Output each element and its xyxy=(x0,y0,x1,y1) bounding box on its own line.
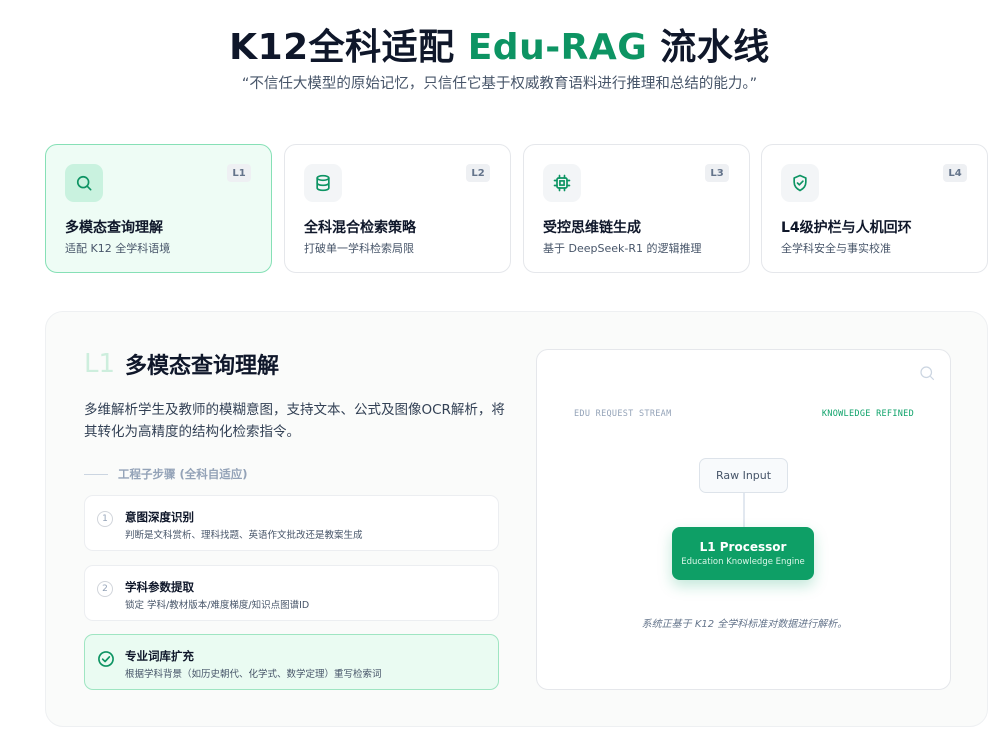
stage-title: L4级护栏与人机回环 xyxy=(781,220,912,236)
visualization-status: 系统正基于 K12 全学科标准对数据进行解析。 xyxy=(641,619,848,630)
detail-level: L1 xyxy=(84,349,116,379)
substep-number: 2 xyxy=(97,581,113,597)
processor-node: L1 Processor Education Knowledge Engine xyxy=(672,527,814,580)
pipeline-visualization: EDU REQUEST STREAM KNOWLEDGE REFINED Raw… xyxy=(536,349,951,690)
detail-title-text: 多模态查询理解 xyxy=(125,354,280,379)
stage-subtitle: 全学科安全与事实校准 xyxy=(781,242,891,255)
stage-subtitle: 适配 K12 全学科语境 xyxy=(65,242,171,255)
processor-subtitle: Education Knowledge Engine xyxy=(681,557,805,567)
detail-description: 多维解析学生及教师的模糊意图，支持文本、公式及图像OCR解析，将其转化为高精度的… xyxy=(84,402,505,440)
stream-label-left: EDU REQUEST STREAM xyxy=(574,409,672,419)
substep-title: 学科参数提取 xyxy=(125,580,194,594)
stage-cards: L1 多模态查询理解 适配 K12 全学科语境 L2 全科混合检索策略 打破单一… xyxy=(45,144,988,274)
stage-title: 全科混合检索策略 xyxy=(304,220,416,236)
stream-label-right: KNOWLEDGE REFINED xyxy=(821,409,914,419)
database-icon xyxy=(304,164,342,202)
stage-badge: L2 xyxy=(466,164,490,182)
shield-check-icon xyxy=(781,164,819,202)
stage-title: 多模态查询理解 xyxy=(65,220,163,236)
processor-title: L1 Processor xyxy=(699,540,787,554)
page-subtitle: “不信任大模型的原始记忆，只信任它基于权威教育语料进行推理和总结的能力。” xyxy=(241,76,758,92)
section-label-text: 工程子步骤 (全科自适应) xyxy=(118,467,248,481)
search-icon[interactable] xyxy=(918,364,936,382)
stage-detail-panel: L1 多模态查询理解 多维解析学生及教师的模糊意图，支持文本、公式及图像OCR解… xyxy=(45,311,988,727)
substep-subtitle: 判断是文科赏析、理科找题、英语作文批改还是教案生成 xyxy=(125,530,363,541)
detail-title: L1 多模态查询理解 xyxy=(84,348,279,380)
stage-title: 受控思维链生成 xyxy=(543,220,641,236)
stage-card-l2[interactable]: L2 全科混合检索策略 打破单一学科检索局限 xyxy=(284,144,511,273)
cpu-icon xyxy=(543,164,581,202)
stage-card-l4[interactable]: L4 L4级护栏与人机回环 全学科安全与事实校准 xyxy=(761,144,988,273)
flow-connector xyxy=(743,493,745,528)
substep-subtitle: 锁定 学科/教材版本/难度梯度/知识点图谱ID xyxy=(125,600,310,611)
stage-badge: L4 xyxy=(943,164,967,182)
page-title: K12全科适配 Edu-RAG 流水线 xyxy=(0,18,999,70)
page-title-accent: Edu-RAG xyxy=(467,27,648,68)
check-circle-icon xyxy=(98,651,114,667)
substep-subtitle: 根据学科背景（如历史朝代、化学式、数学定理）重写检索词 xyxy=(125,669,382,680)
section-divider xyxy=(84,473,108,475)
stage-card-l1[interactable]: L1 多模态查询理解 适配 K12 全学科语境 xyxy=(45,144,272,273)
stage-subtitle: 打破单一学科检索局限 xyxy=(304,242,414,255)
substep-item[interactable]: 2 学科参数提取 锁定 学科/教材版本/难度梯度/知识点图谱ID xyxy=(84,565,499,621)
substep-number: 1 xyxy=(97,511,113,527)
stage-card-l3[interactable]: L3 受控思维链生成 基于 DeepSeek-R1 的逻辑推理 xyxy=(523,144,750,273)
stage-badge: L1 xyxy=(227,164,251,182)
substep-title: 专业词库扩充 xyxy=(125,649,194,663)
stage-subtitle: 基于 DeepSeek-R1 的逻辑推理 xyxy=(543,242,702,255)
substep-title: 意图深度识别 xyxy=(125,510,194,524)
page-title-suffix: 流水线 xyxy=(647,27,770,68)
raw-input-node: Raw Input xyxy=(699,458,788,493)
substeps-section-label: 工程子步骤 (全科自适应) xyxy=(84,466,248,482)
substep-item[interactable]: 1 意图深度识别 判断是文科赏析、理科找题、英语作文批改还是教案生成 xyxy=(84,495,499,551)
stage-badge: L3 xyxy=(705,164,729,182)
page-title-prefix: K12全科适配 xyxy=(229,27,468,68)
substep-item-active[interactable]: 专业词库扩充 根据学科背景（如历史朝代、化学式、数学定理）重写检索词 xyxy=(84,634,499,690)
search-icon xyxy=(65,164,103,202)
